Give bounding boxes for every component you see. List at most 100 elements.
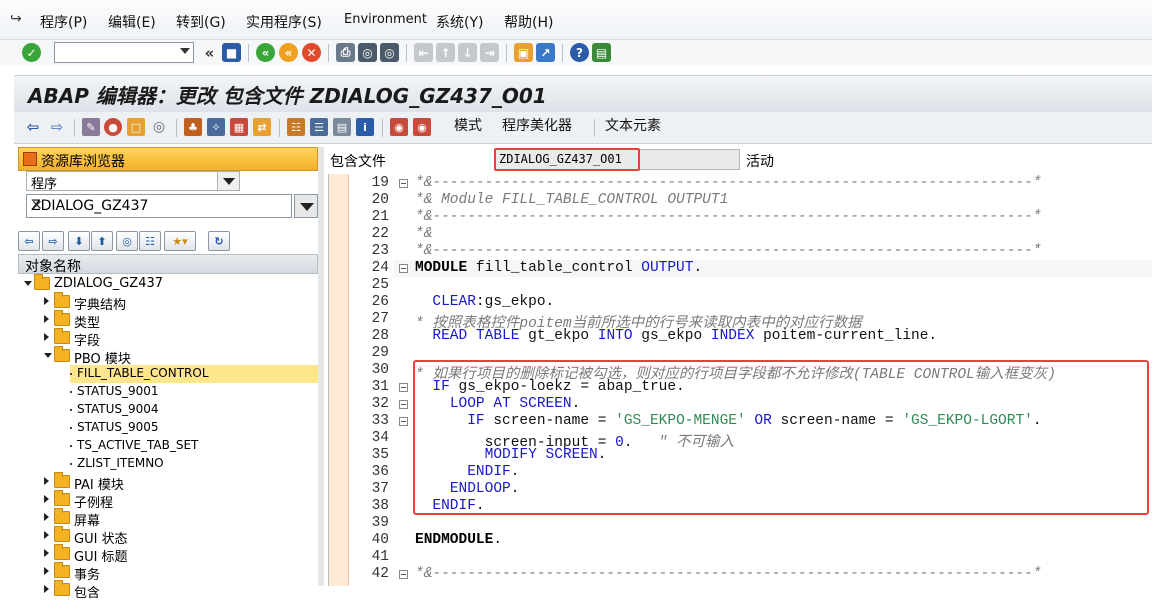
fold-icon[interactable] (399, 400, 408, 409)
refresh-icon[interactable]: ↻ (208, 231, 230, 251)
tree-leaf[interactable]: STATUS_9005 (70, 419, 322, 437)
tree-folder[interactable]: 包含 (44, 580, 318, 601)
expand-arrow-icon[interactable] (44, 531, 49, 539)
find-object-icon[interactable]: ◎ (116, 231, 138, 251)
previous-object-icon[interactable]: ⇦ (18, 231, 40, 251)
tree-folder[interactable]: ZDIALOG_GZ437 (24, 274, 318, 293)
check-icon[interactable]: ✓ (22, 43, 41, 62)
expand-arrow-icon[interactable] (44, 549, 49, 557)
tree-leaf[interactable]: ZLIST_ITEMNO (70, 455, 322, 473)
menu-program[interactable]: 程序(P) (40, 12, 87, 32)
code-line[interactable]: 19 *&------------------------------------… (329, 175, 1152, 192)
display-object-button[interactable] (294, 194, 318, 218)
menu-edit[interactable]: 编辑(E) (108, 12, 156, 32)
next-page-icon[interactable]: ↓ (458, 43, 477, 62)
code-line[interactable]: 20 *& Module FILL_TABLE_CONTROL OUTPUT1 (329, 192, 1152, 209)
tree-leaf[interactable]: TS_ACTIVE_TAB_SET (70, 437, 322, 455)
activate-icon[interactable]: ♣ (184, 118, 202, 136)
object-name-input[interactable]: ZDIALOG_GZ437 ✕ (26, 194, 292, 218)
first-page-icon[interactable]: ⇤ (414, 43, 433, 62)
fold-icon[interactable] (399, 383, 408, 392)
tree-folder[interactable]: 事务 (44, 562, 318, 583)
expand-arrow-icon[interactable] (44, 585, 49, 593)
menu-environment[interactable]: Environment (344, 12, 427, 27)
info-icon[interactable]: i (356, 118, 374, 136)
mode-button[interactable]: 模式 (454, 115, 482, 135)
back-icon[interactable]: « (200, 43, 219, 62)
split-screen-icon[interactable]: ▤ (333, 118, 351, 136)
tree-leaf[interactable]: STATUS_9004 (70, 401, 322, 419)
code-line[interactable]: 26 CLEAR:gs_ekpo. (329, 294, 1152, 311)
forward-arrow-icon[interactable]: ⇨ (48, 118, 66, 136)
hierarchy-up-icon[interactable]: ☷ (139, 231, 161, 251)
favorites-icon[interactable]: ★▾ (164, 231, 196, 251)
code-line[interactable]: 22 *& (329, 226, 1152, 243)
hierarchy-icon[interactable]: ☷ (287, 118, 305, 136)
back-green-icon[interactable]: « (256, 43, 275, 62)
code-line[interactable]: 27 * 按照表格控件poitem当前所选中的行号来读取内表中的对应行数据 (329, 311, 1152, 332)
expand-arrow-icon[interactable] (44, 297, 49, 305)
code-line[interactable]: 41 (329, 549, 1152, 566)
chevron-down-icon[interactable] (217, 172, 239, 190)
expand-icon[interactable]: ⬇ (68, 231, 90, 251)
code-line[interactable]: 39 (329, 515, 1152, 532)
shortcut-icon[interactable]: ↗ (536, 43, 555, 62)
last-page-icon[interactable]: ⇥ (480, 43, 499, 62)
code-line[interactable]: 23 *&------------------------------------… (329, 243, 1152, 260)
code-line[interactable]: 25 (329, 277, 1152, 294)
next-object-icon[interactable]: ⇨ (42, 231, 64, 251)
pretty-printer-button[interactable]: 程序美化器 (502, 115, 572, 135)
session-breakpoint-icon[interactable]: ◉ (413, 118, 431, 136)
tree-folder[interactable]: PBO 模块 (44, 346, 318, 367)
menu-utilities[interactable]: 实用程序(S) (246, 12, 322, 32)
prev-page-icon[interactable]: ↑ (436, 43, 455, 62)
collapse-arrow-icon[interactable] (24, 281, 32, 286)
tree-leaf[interactable]: FILL_TABLE_CONTROL (70, 365, 322, 383)
menu-system[interactable]: 系统(Y) (436, 12, 483, 32)
other-object-icon[interactable]: □ (127, 118, 145, 136)
help-icon[interactable]: ? (570, 43, 589, 62)
expand-arrow-icon[interactable] (44, 315, 49, 323)
active-inactive-icon[interactable]: ● (104, 118, 122, 136)
tree-folder[interactable]: 字段 (44, 328, 318, 349)
code-line[interactable]: 21 *&------------------------------------… (329, 209, 1152, 226)
exit-icon[interactable]: « (279, 43, 298, 62)
tree-folder[interactable]: 类型 (44, 310, 318, 331)
where-used-icon[interactable]: ▦ (230, 118, 248, 136)
customize-icon[interactable]: ▤ (592, 43, 611, 62)
new-session-icon[interactable]: ▣ (514, 43, 533, 62)
chevron-down-icon[interactable] (180, 48, 190, 54)
outline-icon[interactable]: ☰ (310, 118, 328, 136)
tree-folder[interactable]: 屏幕 (44, 508, 318, 529)
menu-goto[interactable]: 转到(G) (176, 12, 226, 32)
display-change-icon[interactable]: ✎ (82, 118, 100, 136)
object-type-select[interactable]: 程序 (26, 171, 240, 192)
find-icon[interactable]: ◎ (358, 43, 377, 62)
code-line[interactable]: 40 ENDMODULE. (329, 532, 1152, 549)
code-line[interactable]: 24 MODULE fill_table_control OUTPUT. (329, 260, 1152, 277)
command-field[interactable] (54, 42, 194, 63)
tree-folder[interactable]: 字典结构 (44, 292, 318, 313)
tree-folder[interactable]: GUI 状态 (44, 526, 318, 547)
menu-help[interactable]: 帮助(H) (504, 12, 553, 32)
back-arrow-icon[interactable]: ⇦ (24, 118, 42, 136)
exit-menu-icon[interactable]: ↪ (10, 11, 26, 27)
print-icon[interactable]: ⎙ (336, 43, 355, 62)
tree-folder[interactable]: 子例程 (44, 490, 318, 511)
expand-arrow-icon[interactable] (44, 567, 49, 575)
fold-icon[interactable] (399, 179, 408, 188)
clear-icon[interactable]: ✕ (31, 198, 285, 214)
check-syntax-icon[interactable]: ◎ (150, 118, 168, 136)
fold-icon[interactable] (399, 264, 408, 273)
save-icon[interactable]: ■ (222, 43, 241, 62)
tree-leaf[interactable]: STATUS_9001 (70, 383, 322, 401)
collapse-icon[interactable]: ⬆ (91, 231, 113, 251)
fold-icon[interactable] (399, 417, 408, 426)
collapse-arrow-icon[interactable] (44, 353, 52, 358)
fold-icon[interactable] (399, 570, 408, 579)
find-next-icon[interactable]: ◎ (380, 43, 399, 62)
code-editor[interactable]: 19 *&------------------------------------… (328, 174, 1152, 586)
tree-folder[interactable]: GUI 标题 (44, 544, 318, 565)
expand-arrow-icon[interactable] (44, 477, 49, 485)
breakpoint-icon[interactable]: ◉ (390, 118, 408, 136)
